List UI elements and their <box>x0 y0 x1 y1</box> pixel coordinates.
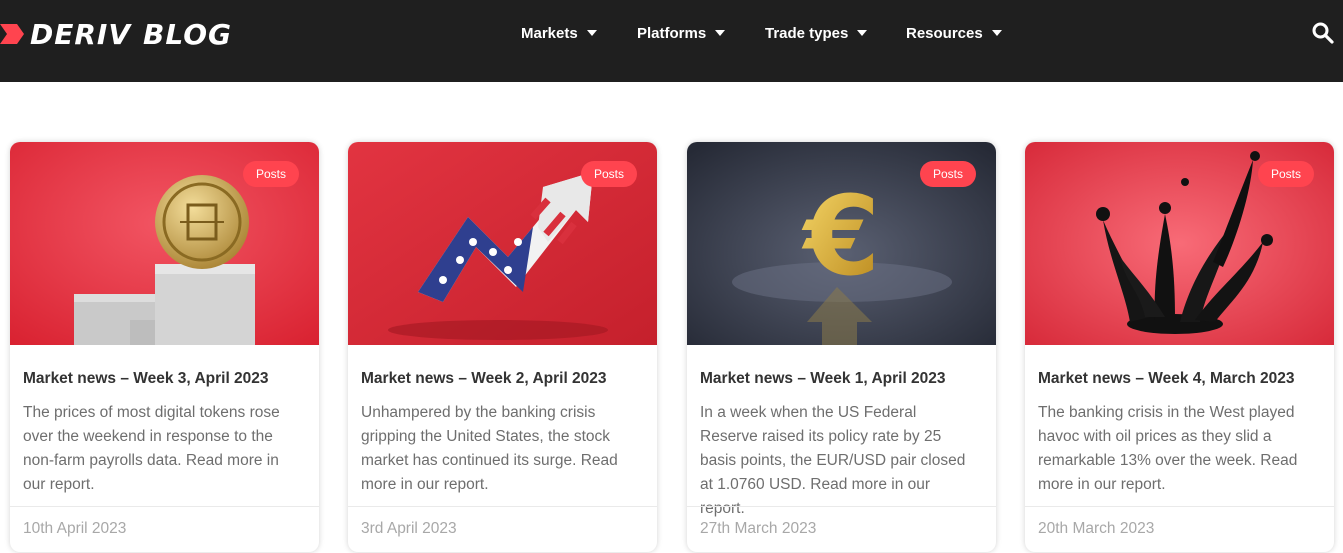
post-card[interactable]: Posts Market news – Week 2, April 2023 U… <box>348 142 657 552</box>
post-title[interactable]: Market news – Week 2, April 2023 <box>361 370 651 388</box>
post-card[interactable]: € Posts Market news – Week 1, April 2023… <box>687 142 996 552</box>
category-badge[interactable]: Posts <box>919 161 976 187</box>
post-card[interactable]: Posts Market news – Week 4, March 2023 T… <box>1025 142 1334 552</box>
post-image-us-flag-arrow[interactable]: Posts <box>348 142 657 345</box>
post-card[interactable]: Posts Market news – Week 3, April 2023 T… <box>10 142 319 552</box>
post-excerpt: The prices of most digital tokens rose o… <box>23 404 280 493</box>
post-date: 27th March 2023 <box>700 520 817 537</box>
post-date: 10th April 2023 <box>23 520 127 537</box>
post-date: 3rd April 2023 <box>361 520 457 537</box>
divider <box>10 506 319 507</box>
post-image-bitcoin[interactable]: Posts <box>10 142 319 345</box>
chevron-down-icon <box>857 30 868 36</box>
divider <box>687 506 996 507</box>
post-date: 20th March 2023 <box>1038 520 1155 537</box>
post-excerpt: Unhampered by the banking crisis grippin… <box>361 404 618 493</box>
post-title[interactable]: Market news – Week 4, March 2023 <box>1038 370 1328 388</box>
deriv-logo-icon <box>0 24 24 44</box>
post-title[interactable]: Market news – Week 1, April 2023 <box>700 370 990 388</box>
site-header: DERIV BLOG Markets Platforms Trade types … <box>0 0 1343 82</box>
deriv-blog-logo[interactable]: DERIV BLOG <box>0 17 232 51</box>
category-badge[interactable]: Posts <box>242 161 299 187</box>
logo-text: DERIV BLOG <box>30 17 233 51</box>
category-badge[interactable]: Posts <box>580 161 637 187</box>
post-image-euro[interactable]: € Posts <box>687 142 996 345</box>
nav-trade-types[interactable]: Trade types <box>765 23 868 43</box>
nav-markets[interactable]: Markets <box>521 23 597 43</box>
nav-platforms[interactable]: Platforms <box>637 23 726 43</box>
post-image-oil-splash[interactable]: Posts <box>1025 142 1334 345</box>
category-badge[interactable]: Posts <box>1257 161 1314 187</box>
svg-text:€: € <box>801 172 881 300</box>
nav-resources[interactable]: Resources <box>906 23 1002 43</box>
search-icon[interactable] <box>1311 21 1335 45</box>
post-excerpt: The banking crisis in the West played ha… <box>1038 404 1298 493</box>
post-excerpt: In a week when the US Federal Reserve ra… <box>700 404 966 517</box>
divider <box>1025 506 1334 507</box>
divider <box>348 506 657 507</box>
chevron-down-icon <box>991 30 1002 36</box>
chevron-down-icon <box>586 30 597 36</box>
post-title[interactable]: Market news – Week 3, April 2023 <box>23 370 313 388</box>
chevron-down-icon <box>715 30 726 36</box>
